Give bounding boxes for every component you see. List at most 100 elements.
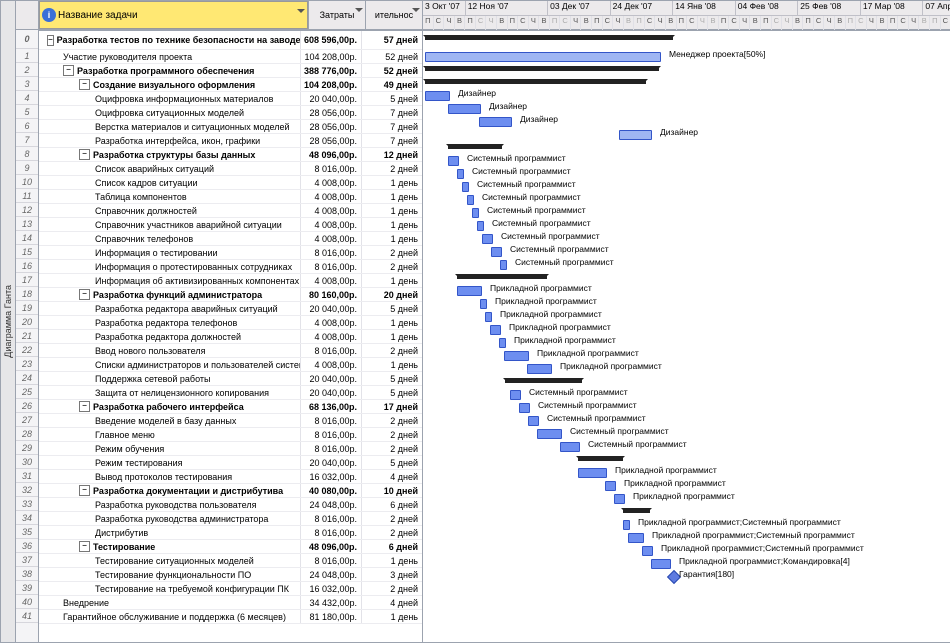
duration-cell[interactable]: 1 день bbox=[361, 330, 422, 343]
cost-cell[interactable]: 16 032,00р. bbox=[300, 582, 361, 595]
duration-cell[interactable]: 10 дней bbox=[361, 484, 422, 497]
row-id[interactable]: 40 bbox=[16, 595, 38, 609]
duration-cell[interactable]: 6 дней bbox=[361, 498, 422, 511]
row-id[interactable]: 14 bbox=[16, 231, 38, 245]
task-name-cell[interactable]: −Разработка тестов по технике безопаснос… bbox=[39, 31, 300, 49]
chevron-down-icon[interactable] bbox=[297, 9, 305, 17]
row-id[interactable]: 34 bbox=[16, 511, 38, 525]
table-row[interactable]: Разработка руководства администратора8 0… bbox=[39, 512, 422, 526]
cost-cell[interactable]: 4 008,00р. bbox=[300, 232, 361, 245]
gantt-row[interactable]: Прикладной программист bbox=[423, 361, 950, 374]
cost-cell[interactable]: 28 056,00р. bbox=[300, 120, 361, 133]
cost-cell[interactable]: 16 032,00р. bbox=[300, 470, 361, 483]
row-id[interactable]: 36 bbox=[16, 539, 38, 553]
task-name-cell[interactable]: Информация об активизированных компонент… bbox=[39, 274, 300, 287]
duration-cell[interactable]: 5 дней bbox=[361, 92, 422, 105]
chevron-down-icon[interactable] bbox=[355, 8, 363, 16]
view-tab-gantt[interactable]: Диаграмма Ганта bbox=[1, 1, 16, 642]
table-row[interactable]: Разработка руководства пользователя24 04… bbox=[39, 498, 422, 512]
gantt-row[interactable]: Системный программист bbox=[423, 192, 950, 205]
task-name-cell[interactable]: Гарантийное обслуживание и поддержка (6 … bbox=[39, 610, 300, 623]
col-header-duration[interactable]: ительнос bbox=[365, 1, 422, 29]
gantt-row[interactable]: Прикладной программист bbox=[423, 348, 950, 361]
summary-bar[interactable] bbox=[448, 144, 502, 149]
gantt-row[interactable] bbox=[423, 270, 950, 283]
duration-cell[interactable]: 52 дней bbox=[361, 50, 422, 63]
gantt-row[interactable]: Гарантия[180] bbox=[423, 569, 950, 582]
task-name-cell[interactable]: Информация о тестировании bbox=[39, 246, 300, 259]
task-name-cell[interactable]: Оцифровка ситуационных моделей bbox=[39, 106, 300, 119]
table-row[interactable]: Информация о тестировании8 016,00р.2 дне… bbox=[39, 246, 422, 260]
table-row[interactable]: Информация об активизированных компонент… bbox=[39, 274, 422, 288]
duration-cell[interactable]: 2 дней bbox=[361, 344, 422, 357]
task-bar[interactable] bbox=[623, 520, 630, 530]
duration-cell[interactable]: 1 день bbox=[361, 232, 422, 245]
task-bar[interactable] bbox=[480, 299, 487, 309]
summary-bar[interactable] bbox=[425, 35, 673, 40]
gantt-row[interactable] bbox=[423, 504, 950, 517]
gantt-row[interactable]: Дизайнер bbox=[423, 101, 950, 114]
cost-cell[interactable]: 8 016,00р. bbox=[300, 442, 361, 455]
row-id[interactable]: 3 bbox=[16, 77, 38, 91]
row-id[interactable]: 18 bbox=[16, 287, 38, 301]
gantt-row[interactable]: Системный программист bbox=[423, 231, 950, 244]
task-bar[interactable] bbox=[425, 52, 661, 62]
cost-cell[interactable]: 8 016,00р. bbox=[300, 344, 361, 357]
row-id[interactable]: 16 bbox=[16, 259, 38, 273]
duration-cell[interactable]: 5 дней bbox=[361, 386, 422, 399]
gantt-row[interactable]: Системный программист bbox=[423, 387, 950, 400]
duration-cell[interactable]: 5 дней bbox=[361, 302, 422, 315]
table-row[interactable]: Информация о протестированных сотрудника… bbox=[39, 260, 422, 274]
task-bar[interactable] bbox=[528, 416, 539, 426]
cost-cell[interactable]: 104 208,00р. bbox=[300, 78, 361, 91]
row-id[interactable]: 35 bbox=[16, 525, 38, 539]
task-bar[interactable] bbox=[560, 442, 580, 452]
col-header-cost[interactable]: Затраты bbox=[308, 1, 365, 29]
task-name-cell[interactable]: Режим обучения bbox=[39, 442, 300, 455]
table-row[interactable]: Введение моделей в базу данных8 016,00р.… bbox=[39, 414, 422, 428]
task-bar[interactable] bbox=[499, 338, 506, 348]
cost-cell[interactable]: 80 160,00р. bbox=[300, 288, 361, 301]
row-id[interactable]: 41 bbox=[16, 609, 38, 623]
table-row[interactable]: Тестирование функциональности ПО24 048,0… bbox=[39, 568, 422, 582]
cost-cell[interactable]: 68 136,00р. bbox=[300, 400, 361, 413]
task-name-cell[interactable]: Списки администраторов и пользователей с… bbox=[39, 358, 300, 371]
task-bar[interactable] bbox=[479, 117, 512, 127]
row-id[interactable]: 15 bbox=[16, 245, 38, 259]
task-name-cell[interactable]: Таблица компонентов bbox=[39, 190, 300, 203]
table-row[interactable]: Тестирование на требуемой конфигурации П… bbox=[39, 582, 422, 596]
task-bar[interactable] bbox=[527, 364, 552, 374]
task-name-cell[interactable]: Список кадров ситуации bbox=[39, 176, 300, 189]
row-id[interactable]: 12 bbox=[16, 203, 38, 217]
collapse-toggle[interactable]: − bbox=[79, 149, 90, 160]
task-bar[interactable] bbox=[467, 195, 474, 205]
gantt-row[interactable]: Системный программист bbox=[423, 413, 950, 426]
cost-cell[interactable]: 8 016,00р. bbox=[300, 162, 361, 175]
cost-cell[interactable]: 8 016,00р. bbox=[300, 554, 361, 567]
duration-cell[interactable]: 2 дней bbox=[361, 428, 422, 441]
task-bar[interactable] bbox=[519, 403, 530, 413]
gantt-row[interactable]: Системный программист bbox=[423, 439, 950, 452]
task-name-cell[interactable]: Верстка материалов и ситуационных моделе… bbox=[39, 120, 300, 133]
row-id[interactable]: 21 bbox=[16, 329, 38, 343]
cost-cell[interactable]: 388 776,00р. bbox=[300, 64, 361, 77]
row-id[interactable]: 27 bbox=[16, 413, 38, 427]
row-id[interactable]: 22 bbox=[16, 343, 38, 357]
table-row[interactable]: Участие руководителя проекта104 208,00р.… bbox=[39, 50, 422, 64]
row-id[interactable]: 28 bbox=[16, 427, 38, 441]
gantt-row[interactable]: Дизайнер bbox=[423, 88, 950, 101]
duration-cell[interactable]: 20 дней bbox=[361, 288, 422, 301]
duration-cell[interactable]: 2 дней bbox=[361, 162, 422, 175]
table-row[interactable]: −Разработка структуры базы данных48 096,… bbox=[39, 148, 422, 162]
cost-cell[interactable]: 20 040,00р. bbox=[300, 92, 361, 105]
task-bar[interactable] bbox=[537, 429, 562, 439]
task-bar[interactable] bbox=[605, 481, 616, 491]
task-bar[interactable] bbox=[477, 221, 484, 231]
task-name-cell[interactable]: Режим тестирования bbox=[39, 456, 300, 469]
task-bar[interactable] bbox=[457, 169, 464, 179]
summary-bar[interactable] bbox=[457, 274, 547, 279]
cost-cell[interactable]: 8 016,00р. bbox=[300, 246, 361, 259]
row-id[interactable]: 2 bbox=[16, 63, 38, 77]
duration-cell[interactable]: 2 дней bbox=[361, 526, 422, 539]
task-name-cell[interactable]: Главное меню bbox=[39, 428, 300, 441]
